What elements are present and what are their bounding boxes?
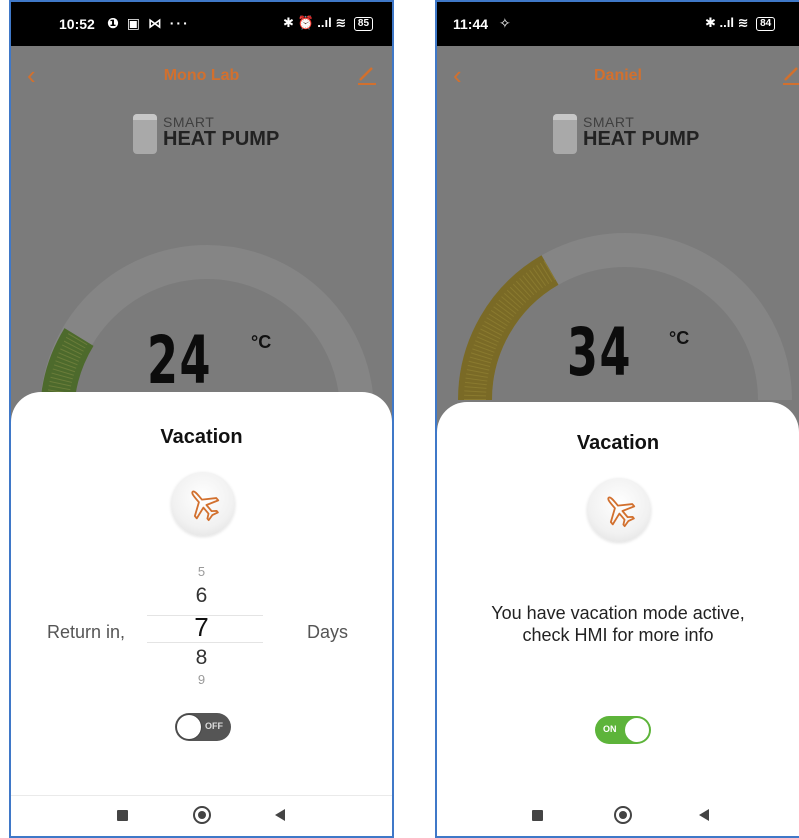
phone-screen-left: 10:52 ❶ ▣ ⋈ ··· ✱ ⏰ ..ıl ≋ 85 ‹ Mono Lab… [9, 0, 394, 838]
airplane-icon [191, 490, 220, 522]
status-time: 10:52 [59, 16, 95, 32]
vacation-title: Vacation [576, 432, 660, 454]
picker-value[interactable]: 6 [11, 584, 392, 608]
phone-screen-right: 11:44 ✧ ✱ ..ıl ≋ 84 ‹ Daniel SMART HEAT … [435, 0, 799, 838]
status-bar: 10:52 ❶ ▣ ⋈ ··· ✱ ⏰ ..ıl ≋ 85 [11, 2, 392, 46]
toggle-knob [625, 718, 649, 742]
app-bar: ‹ Daniel [437, 46, 799, 106]
vacation-sheet: Vacation Return in, 5 6 7 8 9 Days OFF [11, 392, 392, 836]
logo-heat-pump-text: HEAT PUMP [583, 128, 700, 150]
temperature-value: 34 [567, 314, 632, 391]
notification-icons: ❶ ▣ ⋈ ··· [107, 15, 190, 31]
vacation-sheet: Vacation You have vacation mode active, … [437, 402, 799, 836]
vacation-title: Vacation [160, 426, 243, 448]
picker-value[interactable]: 8 [11, 646, 392, 670]
logo-heat-pump-text: HEAT PUMP [163, 128, 280, 150]
square-icon[interactable] [532, 810, 543, 821]
status-time: 11:44 [453, 16, 489, 32]
picker-divider [147, 642, 263, 643]
navigation-bar [437, 796, 799, 836]
battery-icon: 85 [353, 16, 374, 31]
vacation-icon-badge [171, 472, 235, 536]
battery-icon: 84 [756, 16, 776, 31]
picker-value[interactable]: 9 [11, 672, 392, 687]
tank-icon [133, 114, 157, 154]
vacation-message-line-2: check HMI for more info [522, 625, 714, 645]
vacation-toggle[interactable]: ON [595, 716, 651, 744]
vacation-icon-badge [587, 478, 651, 542]
vacation-toggle[interactable]: OFF [175, 713, 231, 741]
days-picker[interactable]: Return in, 5 6 7 8 9 Days [11, 562, 392, 692]
device-title: Mono Lab [163, 67, 240, 84]
navigation-bar [11, 795, 392, 836]
square-icon[interactable] [117, 810, 128, 821]
status-bar: 11:44 ✧ ✱ ..ıl ≋ 84 [437, 2, 799, 46]
system-status-icons: ✱ ⏰ ..ıl ≋ [283, 15, 347, 30]
toggle-state-label: OFF [205, 721, 223, 731]
toggle-knob [177, 715, 201, 739]
triangle-back-icon[interactable] [275, 809, 285, 821]
picker-value[interactable]: 5 [11, 564, 392, 579]
notification-icons: ✧ [499, 15, 513, 31]
days-label: Days [306, 622, 348, 642]
status-icons: ✱ ..ıl ≋ 84 [705, 15, 776, 31]
vacation-message-line-1: You have vacation mode active, [491, 603, 745, 623]
triangle-back-icon[interactable] [699, 809, 709, 821]
device-title: Daniel [593, 67, 642, 84]
airplane-icon [607, 496, 636, 528]
circle-icon[interactable] [614, 806, 632, 824]
temperature-unit: °C [251, 332, 272, 352]
pencil-icon[interactable] [781, 64, 799, 86]
app-bar: ‹ Mono Lab [11, 46, 392, 106]
toggle-state-label: ON [603, 724, 617, 734]
circle-icon[interactable] [193, 806, 211, 824]
status-icons: ✱ ⏰ ..ıl ≋ 85 [283, 15, 374, 31]
temperature-value: 24 [147, 322, 212, 399]
pencil-icon[interactable] [356, 64, 378, 86]
system-status-icons: ✱ ..ıl ≋ [705, 15, 749, 30]
temperature-unit: °C [669, 328, 690, 348]
tank-icon [553, 114, 577, 154]
